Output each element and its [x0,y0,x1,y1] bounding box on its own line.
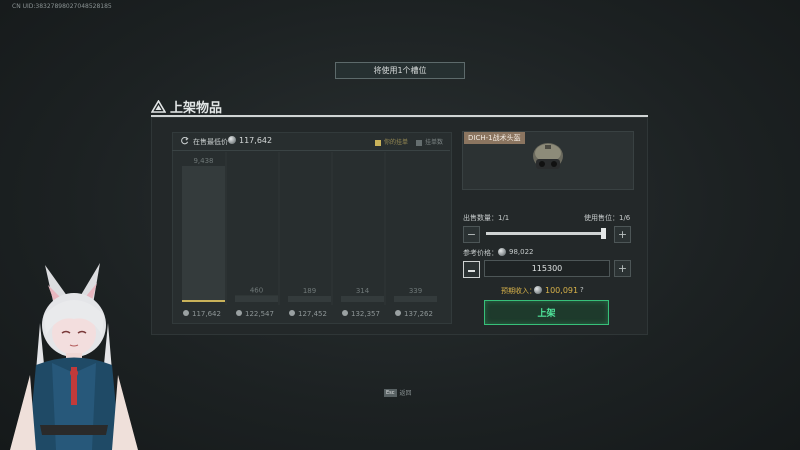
refresh-icon[interactable] [180,136,189,145]
price-tick-label: 132,357 [351,310,380,318]
slot-usage-label: 使用售位：1/6 [584,214,631,222]
price-increase-button[interactable]: + [614,260,631,277]
esc-key: Esc [384,388,397,397]
chart-bar [394,296,437,302]
chart-header: 在售最低价 117,642 你的挂单 挂单数 [172,134,450,148]
price-input[interactable] [484,260,610,277]
quantity-minus-button[interactable]: − [463,226,480,243]
my-order-marker [182,300,225,302]
price-tick-label: 122,547 [245,310,274,318]
lowest-price-value: 117,642 [239,136,273,145]
expected-income-value: 100,091 [545,286,579,295]
uid-text: CN UID:38327898027048528185 [12,3,112,10]
legend-my-order: 你的挂单 [375,137,408,146]
vtuber-avatar [10,263,138,450]
coin-icon [395,310,401,316]
price-decrease-button[interactable] [463,261,480,278]
price-tick-label: 117,642 [192,310,221,318]
coin-icon [289,310,295,316]
chart-bar [341,296,384,302]
reference-price-value: 98,022 [509,248,534,256]
quantity-slider[interactable] [486,232,606,235]
legend-order-count: 挂单数 [416,137,443,146]
triangle-logo-icon [151,100,166,113]
helmet-icon [533,143,563,169]
item-name-tag: DICH-1战术头盔 [464,132,525,144]
slot-usage-banner: 将使用1个槽位 [335,62,465,79]
bar-value-label: 314 [356,287,370,295]
bar-value-label: 9,438 [193,157,213,165]
price-distribution-chart: 9,438 117,642 460 122,547 189 127,452 314 132,3… [182,152,437,318]
coin-icon [228,136,236,144]
coin-icon [342,310,348,316]
title-bar: 上架物品 [151,97,222,116]
quantity-label: 出售数量：1/1 [463,214,510,222]
list-item-button[interactable]: 上架 [484,300,609,325]
coin-icon [498,248,506,256]
price-tick-label: 127,452 [298,310,327,318]
chart-bar [235,295,278,302]
bar-value-label: 189 [303,287,316,295]
coin-icon [534,286,542,294]
coin-icon [236,310,242,316]
lowest-price-label: 在售最低价 [193,138,228,146]
page-title: 上架物品 [170,101,223,116]
bar-value-label: 339 [409,287,422,295]
price-tick-label: 137,262 [404,310,433,318]
esc-label: 返回 [399,390,412,397]
bar-value-label: 460 [250,286,263,294]
quantity-slider-handle[interactable] [601,228,606,239]
chart-bar [182,166,225,302]
esc-hint[interactable]: Esc 返回 [384,388,412,397]
help-icon[interactable]: ? [580,286,584,294]
reference-price-label: 参考价格： [463,249,498,257]
coin-icon [183,310,189,316]
chart-bar [288,296,331,302]
quantity-plus-button[interactable]: + [614,226,631,243]
expected-income-label: 预期收入： [501,287,536,295]
